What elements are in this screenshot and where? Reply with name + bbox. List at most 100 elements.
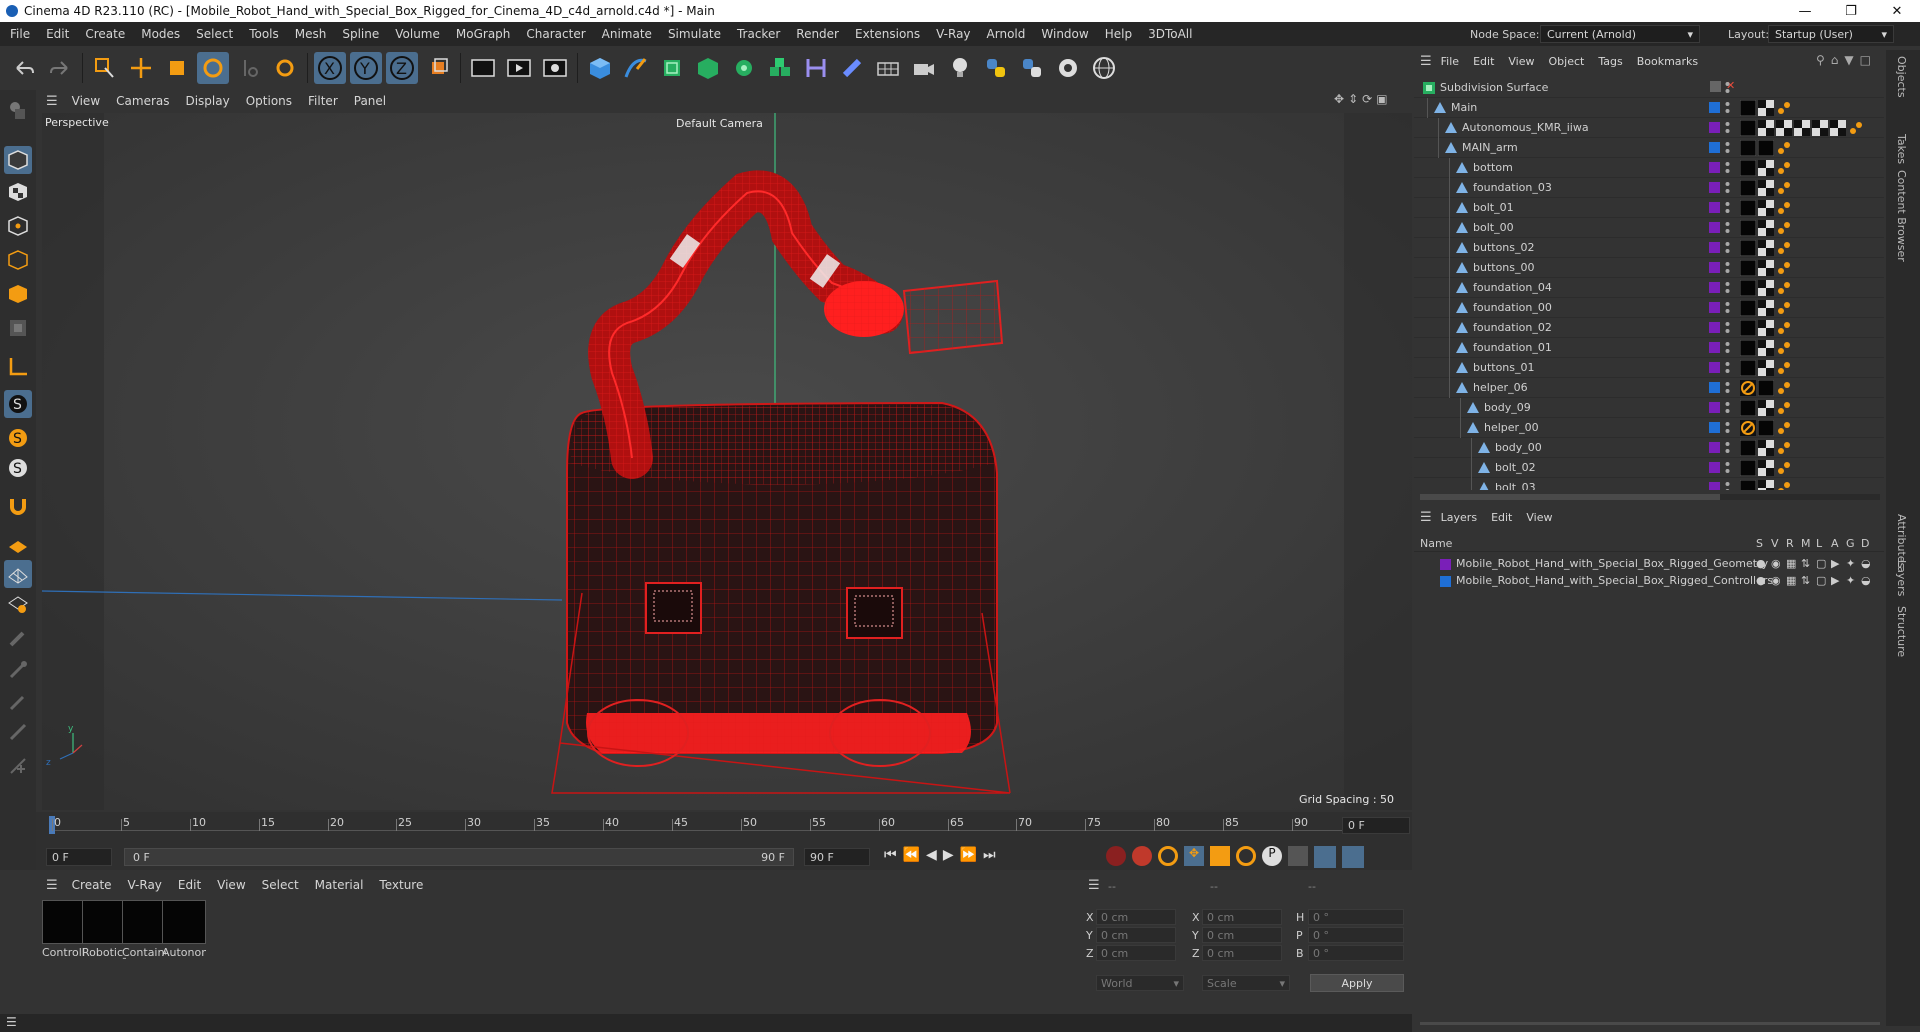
visibility-dots-icon[interactable] — [1725, 81, 1730, 95]
play-icon[interactable]: ▶ — [943, 847, 954, 863]
python-script-icon[interactable] — [980, 52, 1012, 84]
layer-color-swatch[interactable] — [1709, 362, 1720, 373]
texture-tag-icon[interactable] — [1758, 340, 1774, 356]
visibility-dots-icon[interactable] — [1725, 381, 1730, 395]
motion-system-icon[interactable] — [1314, 846, 1336, 868]
texture-tag-icon[interactable] — [1758, 300, 1774, 316]
z-axis-lock-icon[interactable]: Z — [386, 52, 418, 84]
menu-3dtoall[interactable]: 3DToAll — [1140, 27, 1200, 41]
layer-visible-icon[interactable]: ◉ — [1771, 574, 1781, 587]
start-frame-field[interactable]: 0 F — [46, 848, 112, 866]
menu-select[interactable]: Select — [188, 27, 241, 41]
object-row[interactable]: buttons_00 — [1414, 258, 1884, 278]
texture-tag-icon[interactable] — [1758, 320, 1774, 336]
layer-animation-icon[interactable]: ▶ — [1831, 574, 1839, 587]
go-to-start-icon[interactable]: ⏮ — [884, 847, 897, 863]
layer-render-icon[interactable]: ▦ — [1786, 557, 1796, 570]
layer-menu-view[interactable]: View — [1519, 511, 1559, 524]
viewport-menu-panel[interactable]: Panel — [346, 94, 394, 108]
paint-tool-icon[interactable] — [4, 624, 32, 652]
material-tag-icon[interactable] — [1739, 259, 1757, 277]
texture-tag-icon[interactable] — [1812, 120, 1828, 136]
menu-tracker[interactable]: Tracker — [729, 27, 788, 41]
texture-tag-icon[interactable] — [1758, 460, 1774, 476]
layer-color-swatch[interactable] — [1709, 382, 1720, 393]
autokey-icon[interactable] — [1132, 846, 1152, 866]
objects-horizontal-scrollbar[interactable] — [1420, 494, 1880, 500]
undo-button[interactable] — [8, 52, 40, 84]
object-row[interactable]: Main — [1414, 98, 1884, 118]
texture-tag-icon[interactable] — [1757, 419, 1775, 437]
visibility-dots-icon[interactable] — [1725, 441, 1730, 455]
home-icon[interactable]: ⌂ — [1831, 53, 1839, 67]
previous-key-icon[interactable]: ⏪ — [903, 847, 920, 863]
material-tag-icon[interactable] — [1739, 219, 1757, 237]
orbit-view-icon[interactable]: ⟳ — [1362, 92, 1372, 106]
layer-color-swatch[interactable] — [1709, 182, 1720, 193]
material-menu-texture[interactable]: Texture — [371, 878, 431, 892]
side-tab-structure[interactable]: Structure — [1895, 606, 1908, 657]
object-row[interactable]: bottom — [1414, 158, 1884, 178]
layer-color-swatch[interactable] — [1709, 242, 1720, 253]
phong-tag-icon[interactable] — [1776, 360, 1792, 376]
texture-tag-icon[interactable] — [1758, 440, 1774, 456]
side-tab-content-browser[interactable]: Content Browser — [1895, 170, 1908, 262]
material-tag-icon[interactable] — [1739, 479, 1757, 490]
object-menu-tags[interactable]: Tags — [1591, 55, 1629, 68]
layer-color-swatch[interactable] — [1440, 576, 1451, 587]
viewport-menu-filter[interactable]: Filter — [300, 94, 346, 108]
side-tab-layers[interactable]: Layers — [1895, 560, 1908, 596]
menu-file[interactable]: File — [2, 27, 38, 41]
texture-tag-icon[interactable] — [1758, 100, 1774, 116]
edges-mode-icon[interactable] — [4, 246, 32, 274]
render-to-picture-viewer-icon[interactable] — [503, 52, 535, 84]
phong-tag-icon[interactable] — [1776, 400, 1792, 416]
spline-pen-icon[interactable] — [620, 52, 652, 84]
timeline-window-icon[interactable] — [1342, 846, 1364, 868]
layer-color-swatch[interactable] — [1709, 302, 1720, 313]
coord-size-field[interactable]: 0 cm — [1202, 909, 1282, 925]
material-tag-icon[interactable] — [1739, 399, 1757, 417]
menu-window[interactable]: Window — [1033, 27, 1096, 41]
cube-primitive-icon[interactable] — [584, 52, 616, 84]
texture-tag-icon[interactable] — [1758, 160, 1774, 176]
viewport-menu-display[interactable]: Display — [177, 94, 237, 108]
search-icon[interactable]: ⚲ — [1816, 53, 1825, 67]
subdivision-generator-icon[interactable] — [656, 52, 688, 84]
coord-position-field[interactable]: 0 cm — [1096, 945, 1176, 961]
object-row[interactable]: foundation_00 — [1414, 298, 1884, 318]
layer-color-swatch[interactable] — [1709, 102, 1720, 113]
record-icon[interactable] — [1106, 846, 1126, 866]
layer-row[interactable]: Mobile_Robot_Hand_with_Special_Box_Rigge… — [1414, 573, 1884, 590]
coord-rotation-field[interactable]: 0 ° — [1308, 945, 1404, 961]
workplane-snap-icon[interactable]: S — [4, 454, 32, 482]
object-menu-object[interactable]: Object — [1542, 55, 1592, 68]
menu-render[interactable]: Render — [788, 27, 847, 41]
material-tag-icon[interactable] — [1739, 359, 1757, 377]
visibility-dots-icon[interactable] — [1725, 321, 1730, 335]
layer-manager-icon[interactable]: ⇅ — [1801, 574, 1810, 587]
menu-create[interactable]: Create — [77, 27, 133, 41]
cloner-icon[interactable] — [728, 52, 760, 84]
camera-icon[interactable] — [908, 52, 940, 84]
texture-tag-icon[interactable] — [1757, 379, 1775, 397]
material-tag-icon[interactable] — [1739, 139, 1757, 157]
material-menu-v-ray[interactable]: V-Ray — [120, 878, 170, 892]
phong-tag-icon[interactable] — [1776, 140, 1792, 156]
measure-tool-icon[interactable] — [4, 752, 32, 780]
visibility-dots-icon[interactable] — [1725, 421, 1730, 435]
layer-color-swatch[interactable] — [1709, 482, 1720, 490]
texture-tag-icon[interactable] — [1758, 180, 1774, 196]
visibility-dots-icon[interactable] — [1725, 281, 1730, 295]
rig-tag-icon[interactable] — [1740, 420, 1756, 436]
layer-color-swatch[interactable] — [1709, 122, 1720, 133]
edit-check-icon[interactable] — [1710, 81, 1721, 92]
object-row[interactable]: body_00 — [1414, 438, 1884, 458]
layers-hamburger-icon[interactable]: ☰ — [1420, 510, 1432, 525]
layer-row[interactable]: Mobile_Robot_Hand_with_Special_Box_Rigge… — [1414, 556, 1884, 573]
texture-tag-icon[interactable] — [1758, 260, 1774, 276]
material-tag-icon[interactable] — [1739, 159, 1757, 177]
filter-icon[interactable]: ▼ — [1844, 53, 1853, 67]
object-row[interactable]: buttons_01 — [1414, 358, 1884, 378]
phong-tag-icon[interactable] — [1776, 240, 1792, 256]
